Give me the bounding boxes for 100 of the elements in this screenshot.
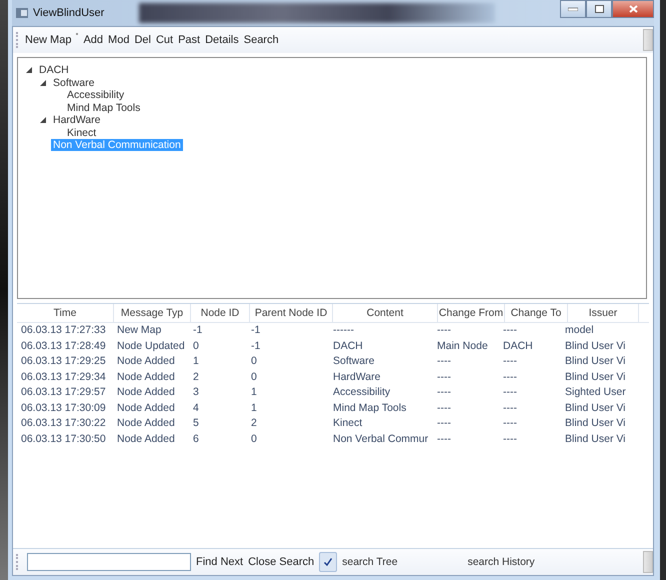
table-cell-text: 1 <box>192 354 200 369</box>
table-cell-text: DACH <box>502 338 534 354</box>
table-cell-text: Node Added <box>116 432 176 446</box>
option-label[interactable]: search Tree <box>342 556 398 568</box>
table-cell-text: ---- <box>436 416 452 431</box>
column-header[interactable]: Change From <box>438 304 505 322</box>
table-cell-text: Kinect <box>332 416 364 431</box>
table-cell-text: Sighted User <box>564 385 627 400</box>
table-cell-text: Node Updated <box>116 338 186 354</box>
maximize-icon <box>594 5 604 13</box>
column-header[interactable]: Message Typ <box>114 304 191 322</box>
table-cell-text: ---- <box>436 400 452 416</box>
close-button[interactable] <box>612 0 654 18</box>
table-cell-text: Node Added <box>116 400 176 416</box>
toolbar-button[interactable]: Search <box>244 34 279 46</box>
table-cell-text: 2 <box>250 416 258 431</box>
column-header[interactable]: Issuer <box>568 304 639 322</box>
table-cell-text: DACH <box>332 338 364 354</box>
table-cell-text: 4 <box>192 400 200 416</box>
app-icon <box>16 8 28 18</box>
expanded-icon[interactable] <box>26 67 32 74</box>
table-cell-text: model <box>564 323 595 338</box>
find-next-button[interactable]: Find Next <box>196 556 244 568</box>
table-cell-text: 2 <box>192 370 200 384</box>
table-cell-text: 3 <box>192 385 200 400</box>
table-cell-text: 06.03.13 17:29:57 <box>20 385 107 400</box>
table-cell-text: ---- <box>436 323 452 338</box>
tree-item[interactable]: HardWare <box>51 114 102 126</box>
column-header[interactable]: Content <box>333 304 438 322</box>
table-cell-text: -1 <box>250 323 262 338</box>
toolbar-button[interactable]: Cut <box>156 34 174 46</box>
toolbar-button[interactable]: Add <box>83 34 104 46</box>
table-cell-text: Non Verbal Commur <box>332 432 430 446</box>
table-cell-text: Node Added <box>116 385 176 400</box>
tree-item[interactable]: DACH <box>37 64 71 76</box>
table-cell-text: ---- <box>436 370 452 384</box>
table-cell-text: Node Added <box>116 370 176 384</box>
table-cell-text: 06.03.13 17:29:34 <box>20 370 107 384</box>
table-cell-text: 0 <box>192 338 200 354</box>
table-cell-text: ---- <box>502 354 518 369</box>
table-cell-text: Node Added <box>116 416 176 431</box>
table-cell-text: ---- <box>502 370 518 384</box>
grip-icon <box>16 554 20 570</box>
separator-icon <box>76 33 78 35</box>
window-title: ViewBlindUser <box>33 7 104 19</box>
minimize-button[interactable] <box>560 0 586 18</box>
table-cell-text: ---- <box>502 385 518 400</box>
table-cell-text: ---- <box>502 416 518 431</box>
table-cell-text: Mind Map Tools <box>332 400 408 416</box>
table-cell-text: Blind User Vi <box>564 354 626 369</box>
scrollbar[interactable] <box>643 551 653 573</box>
maximize-button[interactable] <box>586 0 612 18</box>
search-field[interactable] <box>27 553 191 571</box>
table-cell-text: 0 <box>250 354 258 369</box>
table-cell-text: Node Added <box>116 354 176 369</box>
expanded-icon[interactable] <box>40 117 46 124</box>
table-cell-text: 06.03.13 17:29:25 <box>20 354 107 369</box>
option-label[interactable]: search History <box>468 556 535 568</box>
table-cell-text: Blind User Vi <box>564 370 626 384</box>
column-header[interactable]: Time <box>17 304 114 322</box>
table-cell-text: ---- <box>436 354 452 369</box>
scrollbar[interactable] <box>643 29 653 51</box>
column-header[interactable]: Node ID <box>191 304 250 322</box>
table-cell-text: Blind User Vi <box>564 416 626 431</box>
table-cell-text: Blind User Vi <box>564 400 626 416</box>
toolbar-button[interactable]: Mod <box>108 34 130 46</box>
table-cell-text: Software <box>332 354 376 369</box>
table-cell-text: ---- <box>502 400 518 416</box>
column-header[interactable]: Parent Node ID <box>250 304 333 322</box>
close-search-button[interactable]: Close Search <box>248 556 314 568</box>
table-cell-text: 06.03.13 17:30:22 <box>20 416 107 431</box>
checkbox[interactable] <box>319 552 338 572</box>
tree-item[interactable]: Kinect <box>65 126 98 139</box>
table-cell-text: 1 <box>250 385 258 400</box>
expanded-icon[interactable] <box>40 80 46 86</box>
tree-item[interactable]: Accessibility <box>65 89 126 102</box>
table-cell-text: ------ <box>332 323 355 338</box>
table-cell-text: 06.03.13 17:27:33 <box>20 323 107 338</box>
table-cell-text: ---- <box>502 432 518 446</box>
toolbar-button[interactable]: New Map <box>25 34 72 46</box>
check-icon <box>323 557 334 567</box>
table-cell-text: 6 <box>192 432 200 446</box>
table-cell-text: ---- <box>436 432 452 446</box>
table-cell-text: ---- <box>502 323 518 338</box>
table-cell-text: Main Node <box>436 338 489 354</box>
table-cell-text: 5 <box>192 416 200 431</box>
toolbar-button[interactable]: Details <box>205 34 239 46</box>
table-cell-text: -1 <box>250 338 262 354</box>
column-header[interactable]: Change To <box>505 304 568 322</box>
table-cell-text: Blind User Vi <box>564 432 626 446</box>
table-cell-text: 0 <box>250 370 258 384</box>
table-cell-text: Accessibility <box>332 385 392 400</box>
table-cell-text: Blind User Vi <box>564 338 626 354</box>
table-cell-text: HardWare <box>332 370 382 384</box>
minimize-icon <box>568 7 578 11</box>
tree-item[interactable]: Mind Map Tools <box>65 102 142 114</box>
tree-item[interactable]: Software <box>51 76 96 89</box>
table-cell-text: 06.03.13 17:28:49 <box>20 338 107 354</box>
toolbar-button[interactable]: Del <box>134 34 151 46</box>
toolbar-button[interactable]: Past <box>178 34 200 46</box>
